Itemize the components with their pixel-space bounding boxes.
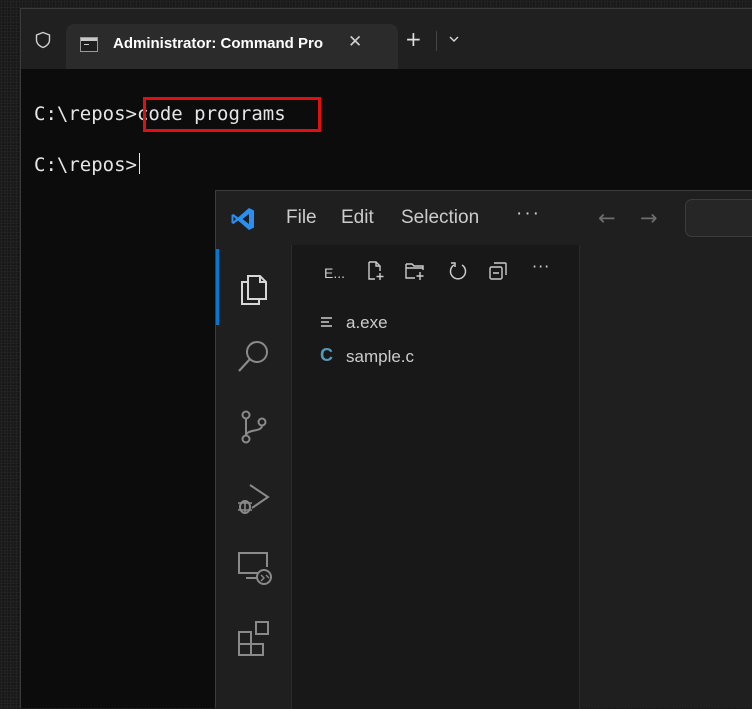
run-debug-icon[interactable]: [234, 477, 274, 517]
menu-edit[interactable]: Edit: [341, 207, 374, 229]
terminal-line: C:\repos>: [34, 153, 140, 176]
text-file-icon: [321, 317, 332, 327]
command-center-search[interactable]: [685, 199, 752, 237]
file-name: a.exe: [346, 313, 388, 332]
collapse-all-icon[interactable]: [487, 260, 509, 282]
vscode-title-bar: File Edit Selection ··· ← →: [216, 191, 752, 246]
command-highlight-box: [143, 97, 321, 132]
prompt: C:\repos>: [34, 154, 137, 176]
c-file-icon: C: [320, 345, 333, 365]
source-control-icon[interactable]: [234, 407, 274, 447]
file-name: sample.c: [346, 347, 415, 366]
explorer-title: E...: [324, 265, 346, 281]
menu-selection[interactable]: Selection: [401, 207, 479, 229]
search-icon[interactable]: [234, 337, 274, 377]
new-file-icon[interactable]: [364, 260, 386, 282]
active-indicator: [216, 249, 219, 325]
tab-separator: [436, 31, 437, 51]
terminal-tab-bar: Administrator: Command Pro ✕ +: [21, 9, 752, 69]
shield-icon: [35, 31, 51, 49]
menu-file[interactable]: File: [286, 207, 317, 229]
nav-forward-button[interactable]: →: [640, 206, 658, 230]
new-folder-icon[interactable]: [404, 260, 426, 282]
chevron-down-icon[interactable]: [447, 32, 461, 46]
extensions-icon[interactable]: [234, 617, 274, 657]
explorer-sidebar: E... ··· a.exe C sample.c: [292, 245, 580, 709]
editor-area[interactable]: [580, 245, 752, 708]
prompt: C:\repos>: [34, 103, 137, 125]
tab-close-button[interactable]: ✕: [348, 32, 362, 52]
explorer-more-button[interactable]: ···: [532, 257, 550, 276]
nav-back-button[interactable]: ←: [598, 206, 616, 230]
menu-more-button[interactable]: ···: [516, 203, 541, 225]
new-tab-button[interactable]: +: [405, 29, 422, 49]
text-cursor: [138, 153, 140, 174]
command-prompt-icon: [80, 37, 98, 52]
file-item[interactable]: C sample.c: [320, 344, 560, 372]
files-icon[interactable]: [234, 267, 274, 307]
vscode-logo-icon: [231, 208, 254, 230]
file-item[interactable]: a.exe: [320, 310, 560, 338]
terminal-tab[interactable]: Administrator: Command Pro ✕: [66, 24, 398, 69]
remote-explorer-icon[interactable]: [234, 547, 274, 587]
tab-title: Administrator: Command Pro: [113, 35, 324, 52]
refresh-icon[interactable]: [447, 260, 469, 282]
activity-bar: [216, 245, 292, 709]
vscode-window: File Edit Selection ··· ← → E... ··· a.e…: [215, 190, 752, 709]
